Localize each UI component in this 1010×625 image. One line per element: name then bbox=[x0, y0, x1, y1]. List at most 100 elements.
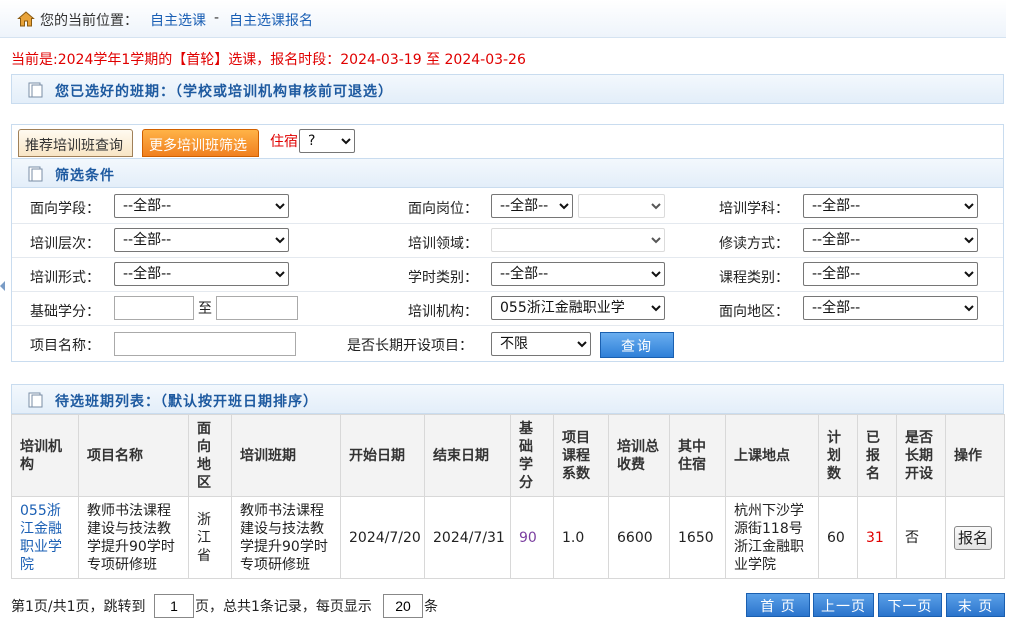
last-page-button[interactable]: 末 页 bbox=[946, 593, 1005, 617]
query-button[interactable]: 查询 bbox=[600, 332, 674, 358]
domain-select[interactable] bbox=[491, 228, 665, 252]
stay-label: 住宿 bbox=[270, 134, 298, 150]
filter-label-region: 面向地区： bbox=[719, 304, 789, 320]
credit-to-input[interactable] bbox=[216, 296, 298, 320]
stage-select[interactable]: --全部-- bbox=[114, 194, 289, 218]
breadcrumb: 您的当前位置： 自主选课 - 自主选课报名 bbox=[0, 0, 1006, 38]
column-header[interactable]: 项目名称 bbox=[78, 414, 189, 497]
document-icon bbox=[28, 166, 43, 182]
column-header[interactable]: 上课地点 bbox=[725, 414, 819, 497]
section-title: 筛选条件 bbox=[55, 168, 115, 184]
section-title: 您已选好的班期：（学校或培训机构审核前可退选） bbox=[55, 84, 393, 100]
cell-end-date: 2024/7/31 bbox=[424, 496, 511, 579]
column-header[interactable]: 是否长期开设 bbox=[896, 414, 946, 497]
cell-longterm: 否 bbox=[896, 496, 946, 579]
breadcrumb-link-self-select-signup[interactable]: 自主选课报名 bbox=[229, 10, 313, 30]
region-select[interactable]: --全部-- bbox=[803, 296, 978, 320]
page-info: 第1页/共1页，跳转到 bbox=[11, 599, 146, 615]
subject-select[interactable]: --全部-- bbox=[803, 194, 978, 218]
cell-coefficient: 1.0 bbox=[553, 496, 609, 579]
table-header-row: 培训机构 项目名称 面向地区 培训班期 开始日期 结束日期 基础学分 项目课程系… bbox=[11, 414, 1005, 497]
column-header[interactable]: 已报名 bbox=[857, 414, 897, 497]
record-summary: 页，总共1条记录，每页显示 bbox=[195, 599, 372, 615]
cell-region: 浙江省 bbox=[188, 496, 232, 579]
column-header[interactable]: 项目课程系数 bbox=[553, 414, 609, 497]
filter-label-stage: 面向学段： bbox=[30, 201, 100, 217]
filter-row: 面向学段： --全部-- 面向岗位： --全部-- 培训学科： --全部-- bbox=[12, 189, 1003, 223]
filter-row: 培训形式： --全部-- 学时类别： --全部-- 课程类别： --全部-- bbox=[12, 257, 1003, 291]
filter-label-level: 培训层次： bbox=[30, 236, 100, 252]
filter-label-project-name: 项目名称： bbox=[30, 338, 100, 354]
per-page-unit: 条 bbox=[424, 599, 438, 615]
column-header[interactable]: 基础学分 bbox=[510, 414, 554, 497]
filter-row: 基础学分： 至 培训机构： 055浙江金融职业学 面向地区： --全部-- bbox=[12, 291, 1003, 325]
first-page-button[interactable]: 首 页 bbox=[746, 593, 810, 617]
cell-project: 教师书法课程建设与技法教学提升90学时专项研修班 bbox=[78, 496, 189, 579]
org-select[interactable]: 055浙江金融职业学 bbox=[491, 296, 665, 320]
filter-label-course-type: 课程类别： bbox=[719, 270, 789, 286]
per-page-input[interactable] bbox=[383, 594, 423, 618]
form-select[interactable]: --全部-- bbox=[114, 262, 289, 286]
filter-label-position: 面向岗位： bbox=[408, 201, 478, 217]
cell-enrolled: 31 bbox=[857, 496, 897, 579]
filter-label-longterm: 是否长期开设项目： bbox=[347, 338, 473, 354]
pending-classes-header: 待选班期列表：（默认按开班日期排序） bbox=[11, 384, 1004, 414]
column-header[interactable]: 培训总收费 bbox=[608, 414, 670, 497]
filter-label-hour-type: 学时类别： bbox=[408, 270, 478, 286]
section-title: 待选班期列表：（默认按开班日期排序） bbox=[55, 394, 318, 410]
column-header[interactable]: 结束日期 bbox=[424, 414, 511, 497]
filter-label-credit: 基础学分： bbox=[30, 304, 100, 320]
selection-period-notice: 当前是:2024学年1学期的【首轮】选课，报名时段：2024-03-19 至 2… bbox=[11, 52, 526, 68]
cell-plan: 60 bbox=[818, 496, 858, 579]
filter-row: 项目名称： 是否长期开设项目： 不限 查询 bbox=[12, 325, 1003, 359]
prev-page-button[interactable]: 上一页 bbox=[813, 593, 874, 617]
filter-label-org: 培训机构： bbox=[408, 304, 478, 320]
cell-action: 报名 bbox=[945, 496, 1005, 579]
study-mode-select[interactable]: --全部-- bbox=[803, 228, 978, 252]
register-button[interactable]: 报名 bbox=[954, 525, 993, 550]
cell-credit: 90 bbox=[510, 496, 554, 579]
next-page-button[interactable]: 下一页 bbox=[878, 593, 942, 617]
tab-recommended-search[interactable]: 推荐培训班查询 bbox=[18, 129, 133, 157]
filter-panel: 推荐培训班查询 更多培训班筛选 住宿 ? 筛选条件 面向学段： --全部-- 面… bbox=[11, 124, 1004, 362]
table-row: 055浙江金融职业学院 教师书法课程建设与技法教学提升90学时专项研修班 浙江省… bbox=[11, 496, 1005, 579]
location-label: 您的当前位置： bbox=[40, 13, 138, 29]
column-header[interactable]: 计划数 bbox=[818, 414, 858, 497]
cell-fee: 6600 bbox=[608, 496, 670, 579]
tab-more-filters[interactable]: 更多培训班筛选 bbox=[142, 129, 259, 157]
filter-label-study-mode: 修读方式： bbox=[719, 236, 789, 252]
filter-label-domain: 培训领域： bbox=[408, 236, 478, 252]
hour-type-select[interactable]: --全部-- bbox=[491, 262, 665, 286]
document-icon bbox=[28, 392, 43, 408]
longterm-select[interactable]: 不限 bbox=[491, 332, 591, 356]
credit-to-label: 至 bbox=[198, 301, 212, 317]
page-jump-input[interactable] bbox=[154, 594, 194, 618]
home-icon[interactable] bbox=[17, 10, 35, 28]
course-type-select[interactable]: --全部-- bbox=[803, 262, 978, 286]
class-table: 培训机构 项目名称 面向地区 培训班期 开始日期 结束日期 基础学分 项目课程系… bbox=[11, 414, 1005, 579]
stay-select[interactable]: ? bbox=[299, 129, 355, 153]
level-select[interactable]: --全部-- bbox=[114, 228, 289, 252]
column-header[interactable]: 培训班期 bbox=[231, 414, 341, 497]
filter-label-form: 培训形式： bbox=[30, 270, 100, 286]
credit-from-input[interactable] bbox=[114, 296, 194, 320]
column-header[interactable]: 培训机构 bbox=[11, 414, 79, 497]
filter-row: 培训层次： --全部-- 培训领域： 修读方式： --全部-- bbox=[12, 223, 1003, 257]
column-header[interactable]: 开始日期 bbox=[340, 414, 425, 497]
position-select[interactable]: --全部-- bbox=[491, 194, 573, 218]
project-name-input[interactable] bbox=[114, 332, 296, 356]
collapse-arrow-icon[interactable] bbox=[0, 281, 5, 291]
cell-lodging: 1650 bbox=[669, 496, 726, 579]
breadcrumb-separator: - bbox=[214, 10, 220, 26]
cell-location: 杭州下沙学源街118号浙江金融职业学院 bbox=[725, 496, 819, 579]
column-header[interactable]: 面向地区 bbox=[188, 414, 232, 497]
position-sub-select[interactable] bbox=[578, 194, 665, 218]
cell-term: 教师书法课程建设与技法教学提升90学时专项研修班 bbox=[231, 496, 341, 579]
cell-org[interactable]: 055浙江金融职业学院 bbox=[11, 496, 79, 579]
cell-start-date: 2024/7/20 bbox=[340, 496, 425, 579]
filter-label-subject: 培训学科： bbox=[719, 201, 789, 217]
selected-classes-header: 您已选好的班期：（学校或培训机构审核前可退选） bbox=[11, 74, 1004, 104]
column-header[interactable]: 操作 bbox=[945, 414, 1005, 497]
column-header[interactable]: 其中住宿 bbox=[669, 414, 726, 497]
breadcrumb-link-self-select[interactable]: 自主选课 bbox=[150, 10, 206, 30]
